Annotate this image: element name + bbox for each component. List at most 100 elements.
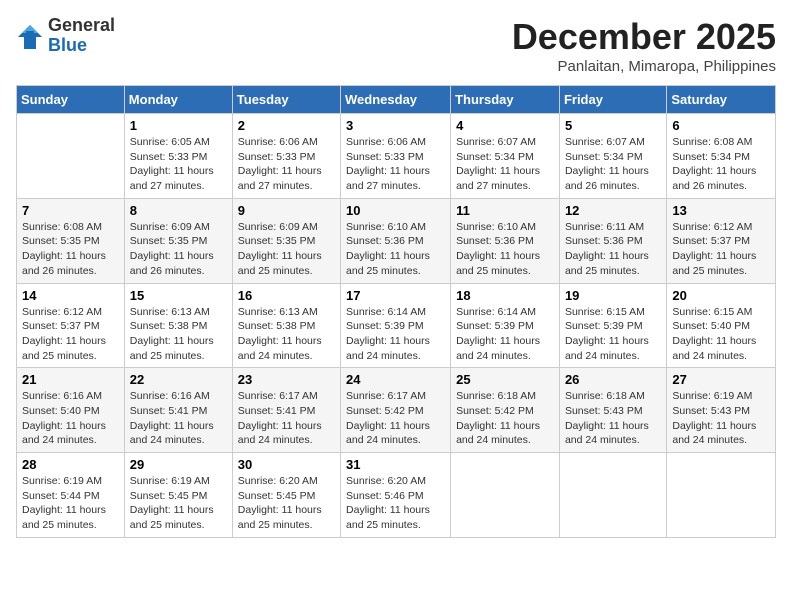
calendar-cell: 12 Sunrise: 6:11 AMSunset: 5:36 PMDayligh…: [559, 198, 666, 283]
calendar-cell: 27 Sunrise: 6:19 AMSunset: 5:43 PMDayligh…: [667, 368, 776, 453]
calendar-cell: 8 Sunrise: 6:09 AMSunset: 5:35 PMDaylight…: [124, 198, 232, 283]
calendar-cell: 25 Sunrise: 6:18 AMSunset: 5:42 PMDayligh…: [451, 368, 560, 453]
day-number: 27: [672, 372, 770, 387]
calendar-cell: 19 Sunrise: 6:15 AMSunset: 5:39 PMDayligh…: [559, 283, 666, 368]
calendar-cell: 30Sunrise: 6:20 AMSunset: 5:45 PMDayligh…: [232, 453, 340, 538]
calendar-cell: 13 Sunrise: 6:12 AMSunset: 5:37 PMDayligh…: [667, 198, 776, 283]
calendar-cell: 29 Sunrise: 6:19 AMSunset: 5:45 PMDayligh…: [124, 453, 232, 538]
day-number: 14: [22, 288, 119, 303]
day-info: Sunrise: 6:14 AMSunset: 5:39 PMDaylight:…: [346, 305, 445, 364]
day-number: 13: [672, 203, 770, 218]
calendar-cell: 2Sunrise: 6:06 AMSunset: 5:33 PMDaylight…: [232, 114, 340, 199]
day-info: Sunrise: 6:08 AMSunset: 5:35 PMDaylight:…: [22, 220, 119, 279]
calendar-cell: 24 Sunrise: 6:17 AMSunset: 5:42 PMDayligh…: [341, 368, 451, 453]
day-info: Sunrise: 6:09 AMSunset: 5:35 PMDaylight:…: [238, 220, 335, 279]
calendar-cell: [17, 114, 125, 199]
weekday-header-saturday: Saturday: [667, 86, 776, 114]
day-info: Sunrise: 6:16 AMSunset: 5:40 PMDaylight:…: [22, 389, 119, 448]
day-info: Sunrise: 6:19 AMSunset: 5:43 PMDaylight:…: [672, 389, 770, 448]
day-info: Sunrise: 6:10 AMSunset: 5:36 PMDaylight:…: [346, 220, 445, 279]
calendar-cell: 14Sunrise: 6:12 AMSunset: 5:37 PMDayligh…: [17, 283, 125, 368]
day-info: Sunrise: 6:16 AMSunset: 5:41 PMDaylight:…: [130, 389, 227, 448]
day-info: Sunrise: 6:05 AMSunset: 5:33 PMDaylight:…: [130, 135, 227, 194]
week-row-1: 1 Sunrise: 6:05 AMSunset: 5:33 PMDaylight…: [17, 114, 776, 199]
day-number: 2: [238, 118, 335, 133]
day-info: Sunrise: 6:18 AMSunset: 5:42 PMDaylight:…: [456, 389, 554, 448]
calendar-cell: 3 Sunrise: 6:06 AMSunset: 5:33 PMDaylight…: [341, 114, 451, 199]
day-info: Sunrise: 6:15 AMSunset: 5:40 PMDaylight:…: [672, 305, 770, 364]
day-info: Sunrise: 6:19 AMSunset: 5:44 PMDaylight:…: [22, 474, 119, 533]
week-row-4: 21 Sunrise: 6:16 AMSunset: 5:40 PMDayligh…: [17, 368, 776, 453]
calendar-cell: 16 Sunrise: 6:13 AMSunset: 5:38 PMDayligh…: [232, 283, 340, 368]
day-number: 23: [238, 372, 335, 387]
day-info: Sunrise: 6:19 AMSunset: 5:45 PMDaylight:…: [130, 474, 227, 533]
day-info: Sunrise: 6:11 AMSunset: 5:36 PMDaylight:…: [565, 220, 661, 279]
day-number: 9: [238, 203, 335, 218]
weekday-header-thursday: Thursday: [451, 86, 560, 114]
calendar-cell: 15Sunrise: 6:13 AMSunset: 5:38 PMDayligh…: [124, 283, 232, 368]
day-number: 25: [456, 372, 554, 387]
day-info: Sunrise: 6:07 AMSunset: 5:34 PMDaylight:…: [565, 135, 661, 194]
weekday-header-tuesday: Tuesday: [232, 86, 340, 114]
day-info: Sunrise: 6:14 AMSunset: 5:39 PMDaylight:…: [456, 305, 554, 364]
day-number: 28: [22, 457, 119, 472]
calendar-cell: 11 Sunrise: 6:10 AMSunset: 5:36 PMDayligh…: [451, 198, 560, 283]
day-number: 8: [130, 203, 227, 218]
day-number: 24: [346, 372, 445, 387]
day-number: 6: [672, 118, 770, 133]
weekday-header-row: SundayMondayTuesdayWednesdayThursdayFrid…: [17, 86, 776, 114]
day-number: 15: [130, 288, 227, 303]
day-number: 11: [456, 203, 554, 218]
week-row-3: 14Sunrise: 6:12 AMSunset: 5:37 PMDayligh…: [17, 283, 776, 368]
day-info: Sunrise: 6:15 AMSunset: 5:39 PMDaylight:…: [565, 305, 661, 364]
logo-general: General: [48, 16, 115, 36]
calendar-cell: 7 Sunrise: 6:08 AMSunset: 5:35 PMDaylight…: [17, 198, 125, 283]
title-block: December 2025 Panlaitan, Mimaropa, Phili…: [512, 16, 776, 75]
logo-text: General Blue: [48, 16, 115, 56]
day-info: Sunrise: 6:12 AMSunset: 5:37 PMDaylight:…: [672, 220, 770, 279]
day-number: 21: [22, 372, 119, 387]
day-info: Sunrise: 6:10 AMSunset: 5:36 PMDaylight:…: [456, 220, 554, 279]
day-number: 29: [130, 457, 227, 472]
day-info: Sunrise: 6:08 AMSunset: 5:34 PMDaylight:…: [672, 135, 770, 194]
day-info: Sunrise: 6:06 AMSunset: 5:33 PMDaylight:…: [346, 135, 445, 194]
day-number: 26: [565, 372, 661, 387]
calendar-cell: 21 Sunrise: 6:16 AMSunset: 5:40 PMDayligh…: [17, 368, 125, 453]
calendar-cell: 6 Sunrise: 6:08 AMSunset: 5:34 PMDaylight…: [667, 114, 776, 199]
week-row-2: 7 Sunrise: 6:08 AMSunset: 5:35 PMDaylight…: [17, 198, 776, 283]
day-number: 7: [22, 203, 119, 218]
calendar-cell: 17Sunrise: 6:14 AMSunset: 5:39 PMDayligh…: [341, 283, 451, 368]
calendar: SundayMondayTuesdayWednesdayThursdayFrid…: [16, 85, 776, 538]
weekday-header-wednesday: Wednesday: [341, 86, 451, 114]
month-year: December 2025: [512, 16, 776, 58]
calendar-cell: 4 Sunrise: 6:07 AMSunset: 5:34 PMDaylight…: [451, 114, 560, 199]
calendar-cell: 26 Sunrise: 6:18 AMSunset: 5:43 PMDayligh…: [559, 368, 666, 453]
day-number: 12: [565, 203, 661, 218]
day-info: Sunrise: 6:17 AMSunset: 5:41 PMDaylight:…: [238, 389, 335, 448]
day-number: 1: [130, 118, 227, 133]
weekday-header-monday: Monday: [124, 86, 232, 114]
day-info: Sunrise: 6:09 AMSunset: 5:35 PMDaylight:…: [130, 220, 227, 279]
day-info: Sunrise: 6:18 AMSunset: 5:43 PMDaylight:…: [565, 389, 661, 448]
day-info: Sunrise: 6:17 AMSunset: 5:42 PMDaylight:…: [346, 389, 445, 448]
day-number: 19: [565, 288, 661, 303]
day-number: 18: [456, 288, 554, 303]
day-number: 30: [238, 457, 335, 472]
calendar-cell: 22 Sunrise: 6:16 AMSunset: 5:41 PMDayligh…: [124, 368, 232, 453]
calendar-cell: 31Sunrise: 6:20 AMSunset: 5:46 PMDayligh…: [341, 453, 451, 538]
day-number: 22: [130, 372, 227, 387]
week-row-5: 28 Sunrise: 6:19 AMSunset: 5:44 PMDayligh…: [17, 453, 776, 538]
day-number: 3: [346, 118, 445, 133]
calendar-cell: 10Sunrise: 6:10 AMSunset: 5:36 PMDayligh…: [341, 198, 451, 283]
day-info: Sunrise: 6:07 AMSunset: 5:34 PMDaylight:…: [456, 135, 554, 194]
day-number: 16: [238, 288, 335, 303]
calendar-cell: 9 Sunrise: 6:09 AMSunset: 5:35 PMDaylight…: [232, 198, 340, 283]
day-info: Sunrise: 6:13 AMSunset: 5:38 PMDaylight:…: [238, 305, 335, 364]
calendar-cell: [451, 453, 560, 538]
calendar-cell: [667, 453, 776, 538]
location: Panlaitan, Mimaropa, Philippines: [512, 58, 776, 75]
calendar-cell: 18 Sunrise: 6:14 AMSunset: 5:39 PMDayligh…: [451, 283, 560, 368]
calendar-cell: [559, 453, 666, 538]
day-number: 4: [456, 118, 554, 133]
logo-blue: Blue: [48, 36, 115, 56]
